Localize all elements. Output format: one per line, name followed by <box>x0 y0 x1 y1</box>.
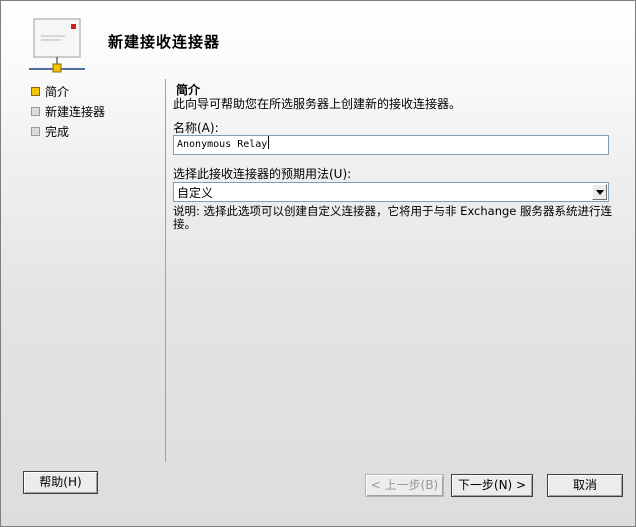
usage-select[interactable]: 自定义 <box>173 182 609 202</box>
chevron-down-icon <box>596 190 604 195</box>
connector-envelope-icon <box>29 18 85 73</box>
wizard-title: 新建接收连接器 <box>108 33 221 51</box>
new-receive-connector-wizard: 新建接收连接器 简介 新建连接器 完成 简介 此向导可帮助您在所选服务器上创建新… <box>0 0 636 527</box>
step-bullet-icon <box>31 127 40 136</box>
step-label: 新建连接器 <box>45 105 106 119</box>
dropdown-button[interactable] <box>592 184 607 200</box>
step-new-connector[interactable]: 新建连接器 <box>31 105 151 125</box>
text-caret <box>268 136 270 149</box>
cancel-button[interactable]: 取消 <box>547 474 623 497</box>
name-input[interactable]: Anonymous Relay <box>173 135 609 155</box>
step-divider <box>165 79 166 462</box>
help-button[interactable]: 帮助(H) <box>23 471 98 494</box>
next-button[interactable]: 下一步(N) > <box>451 474 533 497</box>
step-label: 简介 <box>45 85 70 99</box>
usage-note: 说明: 选择此选项可以创建自定义连接器，它将用于与非 Exchange 服务器系… <box>173 204 613 231</box>
active-step-bullet-icon <box>31 87 40 96</box>
name-label: 名称(A): <box>173 121 219 135</box>
step-intro[interactable]: 简介 <box>31 85 151 105</box>
name-input-value: Anonymous Relay <box>177 139 268 150</box>
usage-label: 选择此接收连接器的预期用法(U): <box>173 167 352 181</box>
step-bullet-icon <box>31 107 40 116</box>
wizard-header: 新建接收连接器 <box>1 1 635 81</box>
back-button[interactable]: < 上一步(B) <box>365 474 444 497</box>
step-label: 完成 <box>45 125 70 139</box>
step-completion[interactable]: 完成 <box>31 125 151 145</box>
wizard-steps: 简介 新建连接器 完成 <box>31 85 151 145</box>
usage-select-value: 自定义 <box>177 186 214 200</box>
section-description: 此向导可帮助您在所选服务器上创建新的接收连接器。 <box>173 97 462 111</box>
